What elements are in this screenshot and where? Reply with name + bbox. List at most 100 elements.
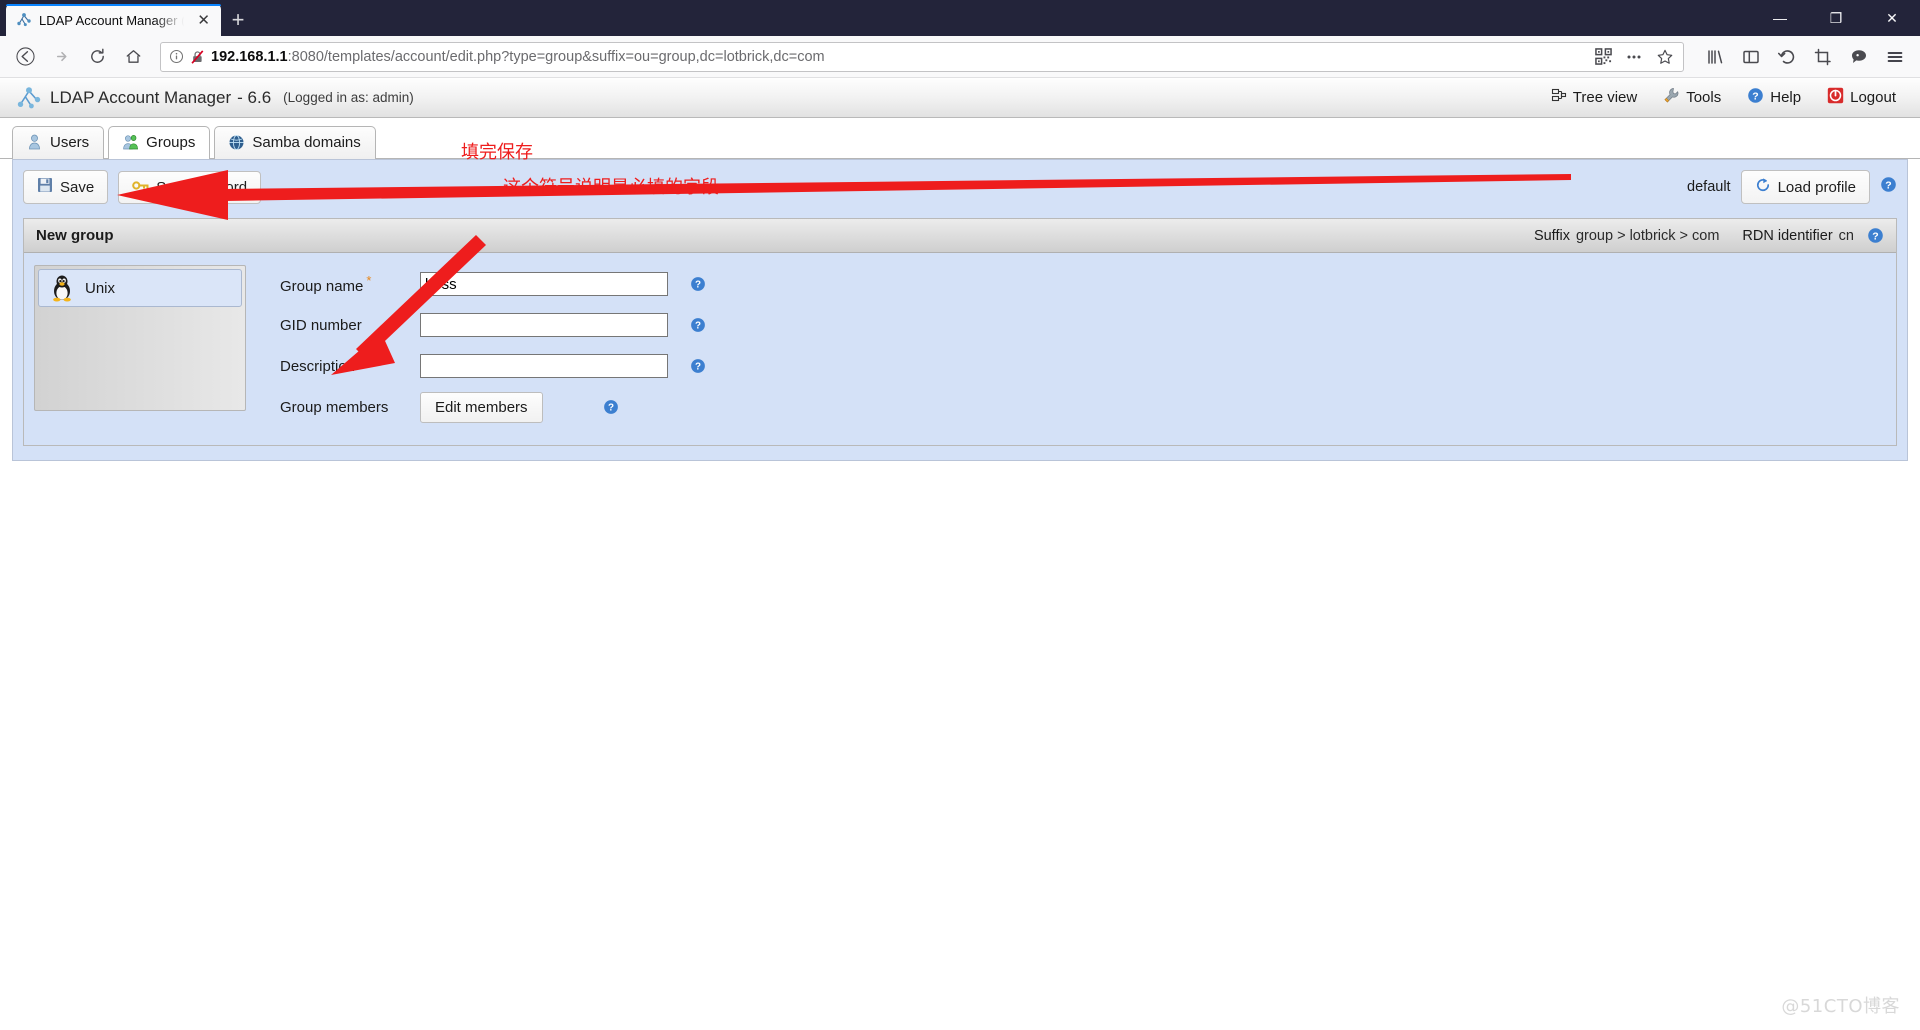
form-row-group-members: Group members Edit members ? — [280, 390, 706, 424]
logout-power-icon — [1827, 87, 1844, 108]
close-icon[interactable]: ✕ — [194, 11, 213, 30]
description-label: Description — [280, 357, 356, 375]
tree-view-icon — [1551, 88, 1567, 108]
required-marker: * — [366, 273, 372, 288]
help-label: Help — [1770, 89, 1802, 106]
pocket-chat-icon[interactable] — [1842, 40, 1876, 74]
logged-in-label: (Logged in as: admin) — [283, 90, 414, 105]
url-host: 192.168.1.1 — [211, 48, 288, 65]
gid-number-label: GID number — [280, 316, 362, 334]
tab-users[interactable]: Users — [12, 126, 105, 159]
close-window-icon[interactable]: ✕ — [1864, 0, 1920, 36]
suffix-label: Suffix — [1533, 227, 1570, 244]
forward-arrow-icon[interactable] — [44, 40, 78, 74]
suffix-group: Suffix group > lotbrick > com — [1534, 228, 1719, 244]
restore-icon[interactable]: ❐ — [1808, 0, 1864, 36]
profile-toolbar: default Load profile ? — [1687, 170, 1897, 204]
suffix-value: group > lotbrick > com — [1575, 227, 1720, 244]
reload-icon[interactable] — [80, 40, 114, 74]
refresh-circle-icon — [1755, 177, 1771, 197]
lam-header-links: Tree view Tools ? Help Logout — [1551, 87, 1904, 108]
save-button[interactable]: Save — [23, 170, 109, 204]
globe-icon — [228, 134, 245, 151]
user-icon — [26, 134, 43, 151]
sidebar-icon[interactable] — [1734, 40, 1768, 74]
lam-title: LDAP Account Manager — [50, 87, 232, 107]
description-help-icon[interactable]: ? — [690, 358, 706, 374]
load-profile-button[interactable]: Load profile — [1740, 170, 1870, 204]
panel-body: Unix Group name* ? GID number — [24, 253, 1896, 445]
group-name-label: Group name * — [280, 273, 420, 295]
panel-title: New group — [36, 227, 114, 244]
qr-code-icon[interactable] — [1589, 43, 1617, 71]
tree-view-link[interactable]: Tree view — [1551, 88, 1637, 108]
page-actions-ellipsis-icon[interactable] — [1620, 43, 1648, 71]
set-password-label: Set password — [156, 178, 248, 196]
crossed-out-padlock-icon[interactable] — [190, 49, 205, 65]
lam-header: LDAP Account Manager - 6.6 (Logged in as… — [0, 78, 1920, 118]
group-members-help-icon[interactable]: ? — [603, 399, 619, 415]
key-icon — [132, 178, 149, 197]
set-password-button[interactable]: Set password — [118, 170, 262, 204]
browser-titlebar: LDAP Account Manager (ope ✕ + — ❐ ✕ — [0, 0, 1920, 36]
group-name-input[interactable] — [420, 272, 668, 296]
watermark: @51CTO博客 — [1781, 996, 1900, 1017]
rdn-value: cn — [1838, 227, 1854, 244]
back-arrow-icon[interactable] — [8, 40, 42, 74]
form-row-description: Description ? — [280, 349, 706, 383]
tools-label: Tools — [1686, 89, 1722, 106]
tab-groups[interactable]: Groups — [108, 126, 211, 159]
svg-text:?: ? — [695, 362, 701, 373]
tab-samba-domains[interactable]: Samba domains — [214, 126, 376, 159]
browser-tab[interactable]: LDAP Account Manager (ope ✕ — [6, 4, 221, 36]
tab-strip: LDAP Account Manager (ope ✕ + — [6, 0, 255, 36]
home-icon[interactable] — [116, 40, 150, 74]
urlbar-actions — [1589, 43, 1679, 71]
info-circle-icon[interactable] — [169, 49, 184, 64]
hamburger-menu-icon[interactable] — [1878, 40, 1912, 74]
screenshot-crop-icon[interactable] — [1806, 40, 1840, 74]
tab-samba-label: Samba domains — [252, 134, 361, 151]
wrench-icon — [1663, 87, 1680, 108]
svg-text:?: ? — [695, 280, 701, 291]
url-text: 192.168.1.1:8080/templates/account/edit.… — [211, 49, 1583, 65]
lam-tree-icon — [16, 12, 32, 28]
new-group-panel: New group Suffix group > lotbrick > com … — [23, 218, 1897, 446]
logout-link[interactable]: Logout — [1827, 87, 1896, 108]
toolbar-help-icon[interactable]: ? — [1880, 176, 1897, 198]
action-toolbar: Save Set password default Load profile ? — [23, 170, 1897, 204]
sync-undo-icon[interactable] — [1770, 40, 1804, 74]
tools-link[interactable]: Tools — [1663, 87, 1721, 108]
tab-users-label: Users — [50, 134, 90, 151]
window-controls: — ❐ ✕ — [1752, 0, 1920, 36]
group-name-help-icon[interactable]: ? — [690, 276, 706, 292]
tree-view-label: Tree view — [1572, 89, 1638, 106]
logout-label: Logout — [1850, 89, 1896, 106]
minimize-icon[interactable]: — — [1752, 0, 1808, 36]
tux-penguin-icon — [49, 274, 75, 302]
svg-text:?: ? — [1885, 179, 1891, 191]
save-label: Save — [60, 178, 95, 196]
edit-members-button[interactable]: Edit members — [420, 391, 543, 423]
page-content: LDAP Account Manager - 6.6 (Logged in as… — [0, 78, 1920, 1030]
group-icon — [122, 134, 139, 151]
bookmark-star-icon[interactable] — [1651, 43, 1679, 71]
help-link[interactable]: ? Help — [1747, 87, 1801, 108]
floppy-disk-icon — [37, 177, 53, 197]
svg-text:?: ? — [1753, 90, 1759, 102]
new-tab-button[interactable]: + — [221, 4, 255, 36]
gid-number-help-icon[interactable]: ? — [690, 317, 706, 333]
panel-help-icon[interactable]: ? — [1867, 227, 1884, 244]
browser-navbar: 192.168.1.1:8080/templates/account/edit.… — [0, 36, 1920, 78]
rdn-group: RDN identifier cn — [1742, 228, 1854, 244]
help-circle-icon: ? — [1747, 87, 1764, 108]
gid-number-input[interactable] — [420, 313, 668, 337]
tab-groups-label: Groups — [146, 134, 196, 151]
library-icon[interactable] — [1698, 40, 1732, 74]
profile-name-label: default — [1687, 179, 1731, 195]
module-item-unix[interactable]: Unix — [38, 269, 242, 307]
lam-tabs: Users Groups Samba domains — [0, 118, 1920, 159]
url-bar[interactable]: 192.168.1.1:8080/templates/account/edit.… — [160, 41, 1684, 72]
description-input[interactable] — [420, 354, 668, 378]
browser-tab-title: LDAP Account Manager (ope — [39, 12, 187, 28]
